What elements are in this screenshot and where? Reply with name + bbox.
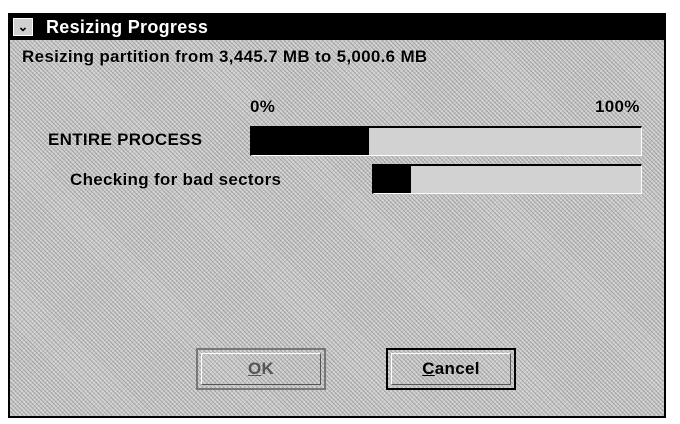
ok-label-rest: K xyxy=(261,359,275,378)
cancel-mnemonic: C xyxy=(422,359,435,378)
progress-scale-min-label: 0% xyxy=(250,97,276,116)
entire-process-label: ENTIRE PROCESS xyxy=(48,130,203,149)
resizing-progress-dialog: ⌄ Resizing Progress Resizing partition f… xyxy=(8,13,666,418)
cancel-button[interactable]: Cancel xyxy=(386,348,516,390)
current-step-progress-fill xyxy=(374,166,412,193)
current-step-progress-bar xyxy=(372,164,642,194)
current-step-label: Checking for bad sectors xyxy=(70,170,282,189)
window-title: Resizing Progress xyxy=(46,17,209,37)
entire-process-progress-fill xyxy=(252,128,369,155)
title-bar: ⌄ Resizing Progress xyxy=(10,15,664,40)
system-menu-icon[interactable]: ⌄ xyxy=(13,18,33,36)
ok-button[interactable]: OK xyxy=(196,348,326,390)
progress-scale-max-label: 100% xyxy=(595,97,640,116)
status-message: Resizing partition from 3,445.7 MB to 5,… xyxy=(22,47,428,66)
cancel-label-rest: ancel xyxy=(434,359,480,378)
entire-process-progress-bar xyxy=(250,126,642,156)
ok-mnemonic: O xyxy=(247,359,262,378)
